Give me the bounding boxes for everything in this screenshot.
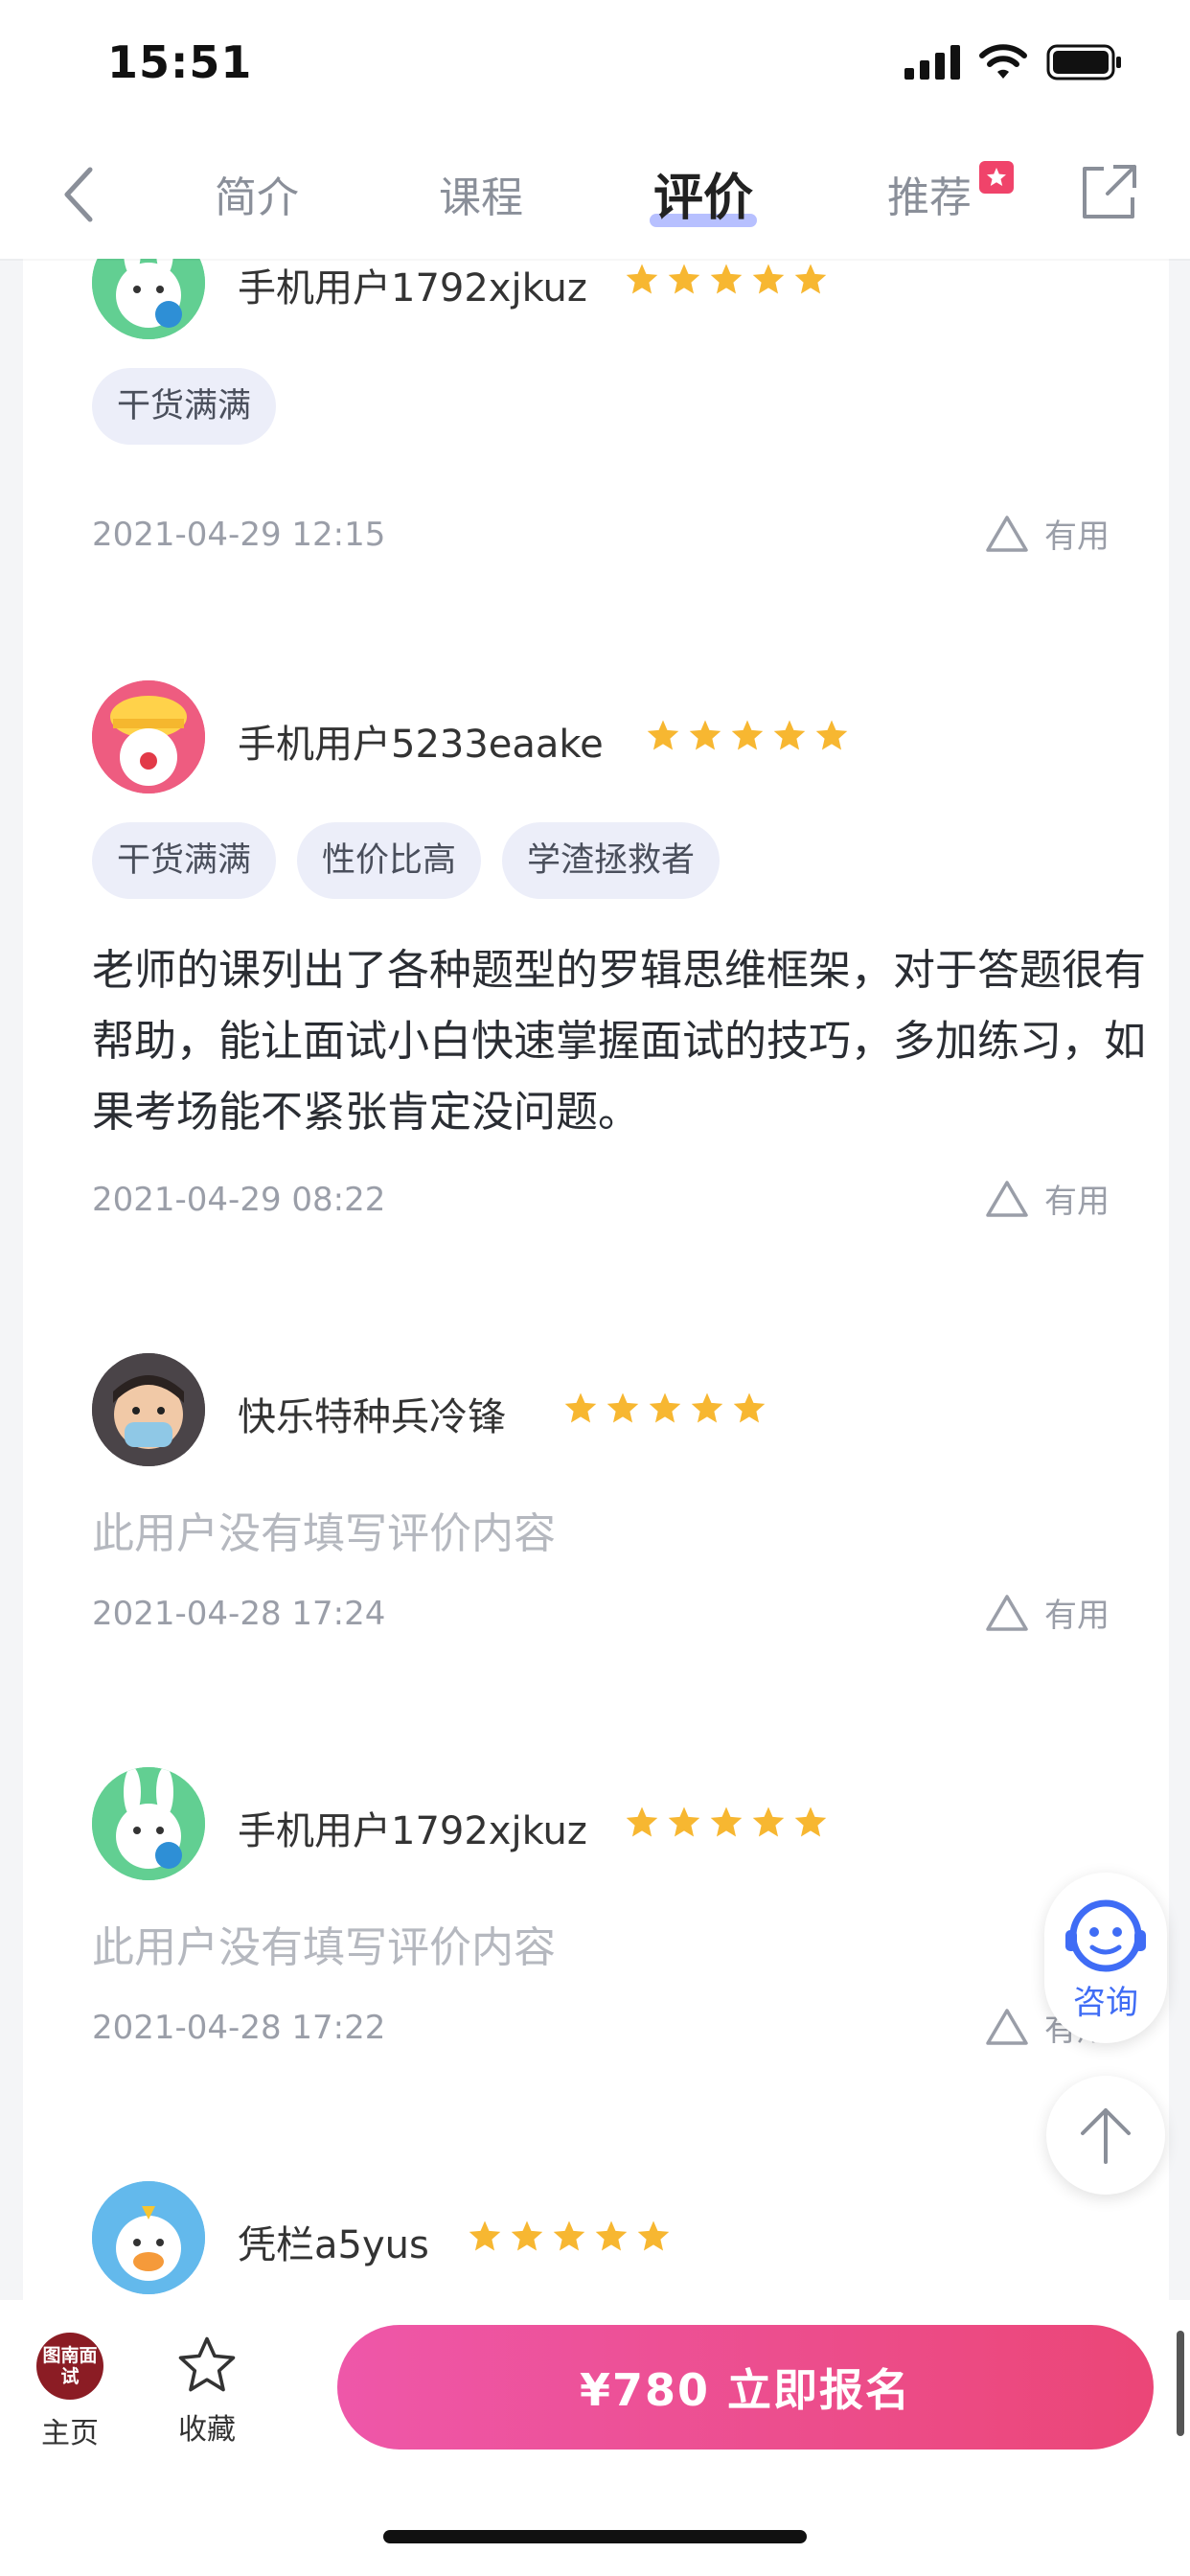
star-icon: [649, 1392, 681, 1423]
useful-button[interactable]: 有用: [985, 1175, 1110, 1222]
review-tags: 干货满满: [92, 368, 297, 445]
star-icon: [752, 1806, 785, 1837]
review-text: 老师的课列出了各种题型的罗辑思维框架，对于答题很有帮助，能让面试小白快速掌握面试…: [92, 946, 1146, 1137]
avatar: [92, 2181, 205, 2294]
useful-label: 有用: [1044, 518, 1110, 556]
star-icon: [637, 2220, 670, 2251]
tab-recommend-label: 推荐: [887, 173, 972, 222]
tab-recommend[interactable]: 推荐: [887, 161, 1014, 224]
brand-logo: 图南面试: [36, 2333, 103, 2400]
review-username: 手机用户1792xjkuz: [238, 266, 587, 310]
battery-icon: [1046, 44, 1121, 80]
star-rating: [646, 719, 849, 751]
star-icon: [668, 264, 700, 294]
triangle-icon: [986, 1180, 1028, 1217]
review-date: 2021-04-28 17:24: [92, 1595, 386, 1633]
star-icon: [553, 2220, 585, 2251]
star-icon: [647, 720, 679, 750]
review-username: 凭栏a5yus: [238, 2223, 429, 2267]
customer-service-icon: [1065, 1899, 1146, 1971]
star-outline-icon: [178, 2336, 236, 2392]
share-button[interactable]: [1079, 161, 1140, 222]
star-icon: [752, 264, 785, 294]
consult-button[interactable]: 咨询: [1044, 1873, 1167, 2043]
star-icon: [668, 1806, 700, 1837]
star-icon: [794, 1806, 827, 1837]
useful-label: 有用: [1044, 1183, 1110, 1221]
chevron-left-icon: [64, 167, 93, 222]
signal-icon: [904, 45, 960, 80]
star-icon: [606, 1392, 639, 1423]
star-icon: [733, 1392, 766, 1423]
wifi-icon: [979, 44, 1027, 79]
scroll-indicator: [1177, 2331, 1184, 2436]
star-icon: [710, 1806, 743, 1837]
home-indicator: [383, 2530, 807, 2543]
consult-label: 咨询: [1073, 1983, 1138, 2022]
star-icon: [773, 720, 806, 750]
star-icon: [710, 264, 743, 294]
star-icon: [626, 1806, 658, 1837]
recommend-badge-icon: [979, 161, 1014, 194]
tab-nav: 简介 课程 评价 推荐: [0, 134, 1190, 259]
favorite-button[interactable]: 收藏: [169, 2334, 245, 2448]
star-icon: [595, 2220, 628, 2251]
arrow-up-icon: [1081, 2108, 1131, 2164]
review-username: 快乐特种兵冷锋: [238, 1395, 506, 1439]
star-rating: [563, 1392, 767, 1424]
review-date: 2021-04-29 08:22: [92, 1181, 386, 1219]
share-icon: [1083, 165, 1136, 218]
star-icon: [564, 1392, 597, 1423]
reviews-panel: 手机用户1792xjkuz 干货满满 2021-04-29 12:15 有用 手…: [23, 134, 1169, 2300]
star-icon: [794, 264, 827, 294]
useful-button[interactable]: 有用: [985, 1589, 1110, 1636]
star-rating: [625, 1806, 828, 1838]
empty-review-text: 此用户没有填写评价内容: [92, 1923, 556, 1972]
avatar: [92, 1767, 205, 1880]
back-to-top-button[interactable]: [1046, 2076, 1165, 2195]
tab-course[interactable]: 课程: [439, 163, 523, 224]
star-icon: [689, 720, 721, 750]
review-date: 2021-04-29 12:15: [92, 516, 386, 554]
status-time: 15:51: [107, 36, 253, 88]
star-icon: [469, 2220, 501, 2251]
star-icon: [691, 1392, 723, 1423]
avatar: [92, 680, 205, 794]
triangle-icon: [986, 2008, 1028, 2045]
tab-intro[interactable]: 简介: [215, 163, 299, 224]
tab-reviews[interactable]: 评价: [650, 157, 758, 229]
star-icon: [511, 2220, 543, 2251]
review-username: 手机用户5233eaake: [238, 723, 604, 767]
star-icon: [626, 264, 658, 294]
review-tag: 干货满满: [92, 368, 277, 445]
useful-button[interactable]: 有用: [985, 510, 1110, 557]
empty-review-text: 此用户没有填写评价内容: [92, 1509, 556, 1558]
tab-reviews-label: 评价: [653, 170, 754, 227]
review-tag: 干货满满: [92, 822, 277, 899]
favorite-label: 收藏: [178, 2413, 236, 2447]
status-bar: 15:51: [0, 0, 1190, 134]
review-username: 手机用户1792xjkuz: [238, 1809, 587, 1853]
star-icon: [815, 720, 848, 750]
star-icon: [731, 720, 764, 750]
back-button[interactable]: [50, 161, 107, 228]
review-tag: 性价比高: [297, 822, 482, 899]
triangle-icon: [986, 515, 1028, 552]
triangle-icon: [986, 1594, 1028, 1631]
review-tags: 干货满满 性价比高 学渣拯救者: [92, 822, 741, 899]
review-date: 2021-04-28 17:22: [92, 2009, 386, 2047]
star-rating: [625, 263, 828, 295]
home-label: 主页: [41, 2417, 99, 2450]
enroll-button[interactable]: ¥780 立即报名: [337, 2325, 1154, 2450]
status-icons: [904, 44, 1123, 80]
home-button[interactable]: 图南面试 主页: [29, 2333, 111, 2451]
star-rating: [468, 2220, 671, 2252]
review-tag: 学渣拯救者: [502, 822, 721, 899]
useful-label: 有用: [1044, 1597, 1110, 1635]
avatar: [92, 1353, 205, 1466]
